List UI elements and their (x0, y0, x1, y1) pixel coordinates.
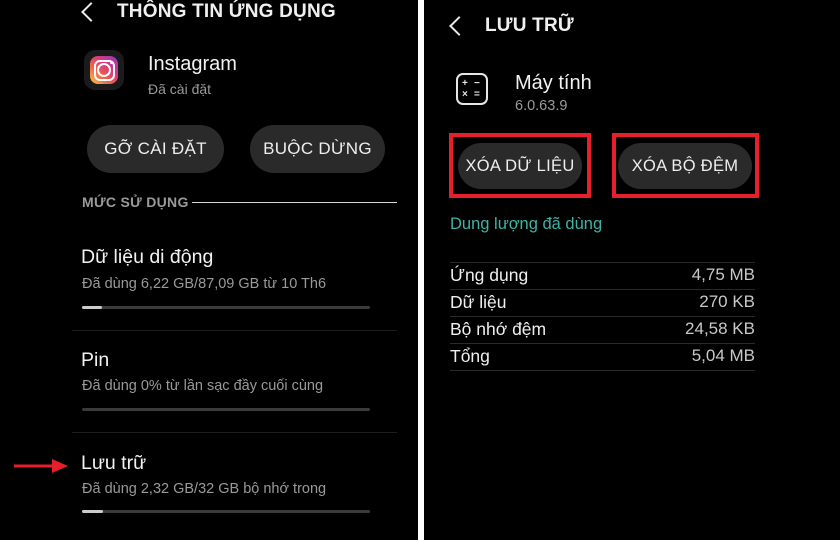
app-install-status: Đã cài đặt (148, 81, 212, 97)
battery-progress (82, 408, 370, 411)
clear-data-button[interactable]: XÓA DỮ LIỆU (458, 143, 582, 189)
storage-progress (82, 510, 370, 513)
uninstall-button[interactable]: GỠ CÀI ĐẶT (87, 125, 224, 173)
storage-row-total: Tổng 5,04 MB (450, 344, 755, 370)
app-icon (84, 50, 124, 90)
red-arrow-annotation-icon (14, 459, 68, 473)
storage-row-app: Ứng dụng 4,75 MB (450, 263, 755, 289)
storage-row-cache: Bộ nhớ đệm 24,58 KB (450, 317, 755, 343)
row-value: 4,75 MB (691, 265, 755, 284)
section-divider (192, 202, 397, 203)
calculator-icon: + − × = (456, 73, 488, 105)
row-label: Ứng dụng (450, 265, 529, 285)
row-value: 24,58 KB (685, 319, 755, 338)
row-value: 270 KB (699, 292, 755, 311)
app-name: Instagram (148, 53, 237, 75)
storage-item[interactable]: Lưu trữ (81, 452, 146, 475)
storage-summary: Đã dùng 2,32 GB/32 GB bộ nhớ trong (82, 481, 327, 497)
battery-summary: Đã dùng 0% từ lần sạc đầy cuối cùng (82, 378, 324, 394)
back-arrow-icon[interactable] (449, 16, 469, 36)
mobile-data-item[interactable]: Dữ liệu di động (81, 246, 213, 269)
divider (72, 330, 397, 331)
instagram-icon (90, 56, 118, 84)
section-header-usage: MỨC SỬ DỤNG (82, 194, 189, 210)
row-label: Tổng (450, 346, 490, 366)
row-label: Bộ nhớ đệm (450, 319, 547, 339)
app-version: 6.0.63.9 (515, 98, 568, 114)
force-stop-button[interactable]: BUỘC DỪNG (250, 125, 385, 173)
back-arrow-icon[interactable] (81, 2, 101, 22)
app-info-screen: THÔNG TIN ỨNG DỤNG Instagram Đã cài đặt … (0, 0, 418, 540)
mobile-data-progress (82, 306, 370, 309)
page-title: THÔNG TIN ỨNG DỤNG (117, 1, 336, 22)
divider (450, 370, 755, 371)
section-header-space-used: Dung lượng đã dùng (450, 215, 603, 233)
clear-cache-button[interactable]: XÓA BỘ ĐỆM (618, 143, 752, 189)
row-value: 5,04 MB (691, 346, 755, 365)
app-name: Máy tính (515, 72, 592, 94)
storage-row-data: Dữ liệu 270 KB (450, 290, 755, 316)
divider (72, 432, 397, 433)
row-label: Dữ liệu (450, 292, 507, 312)
battery-item[interactable]: Pin (81, 349, 109, 372)
storage-screen: LƯU TRỮ + − × = Máy tính 6.0.63.9 XÓA DỮ… (424, 0, 840, 540)
mobile-data-summary: Đã dùng 6,22 GB/87,09 GB từ 10 Th6 (82, 276, 327, 292)
page-title: LƯU TRỮ (485, 15, 574, 36)
